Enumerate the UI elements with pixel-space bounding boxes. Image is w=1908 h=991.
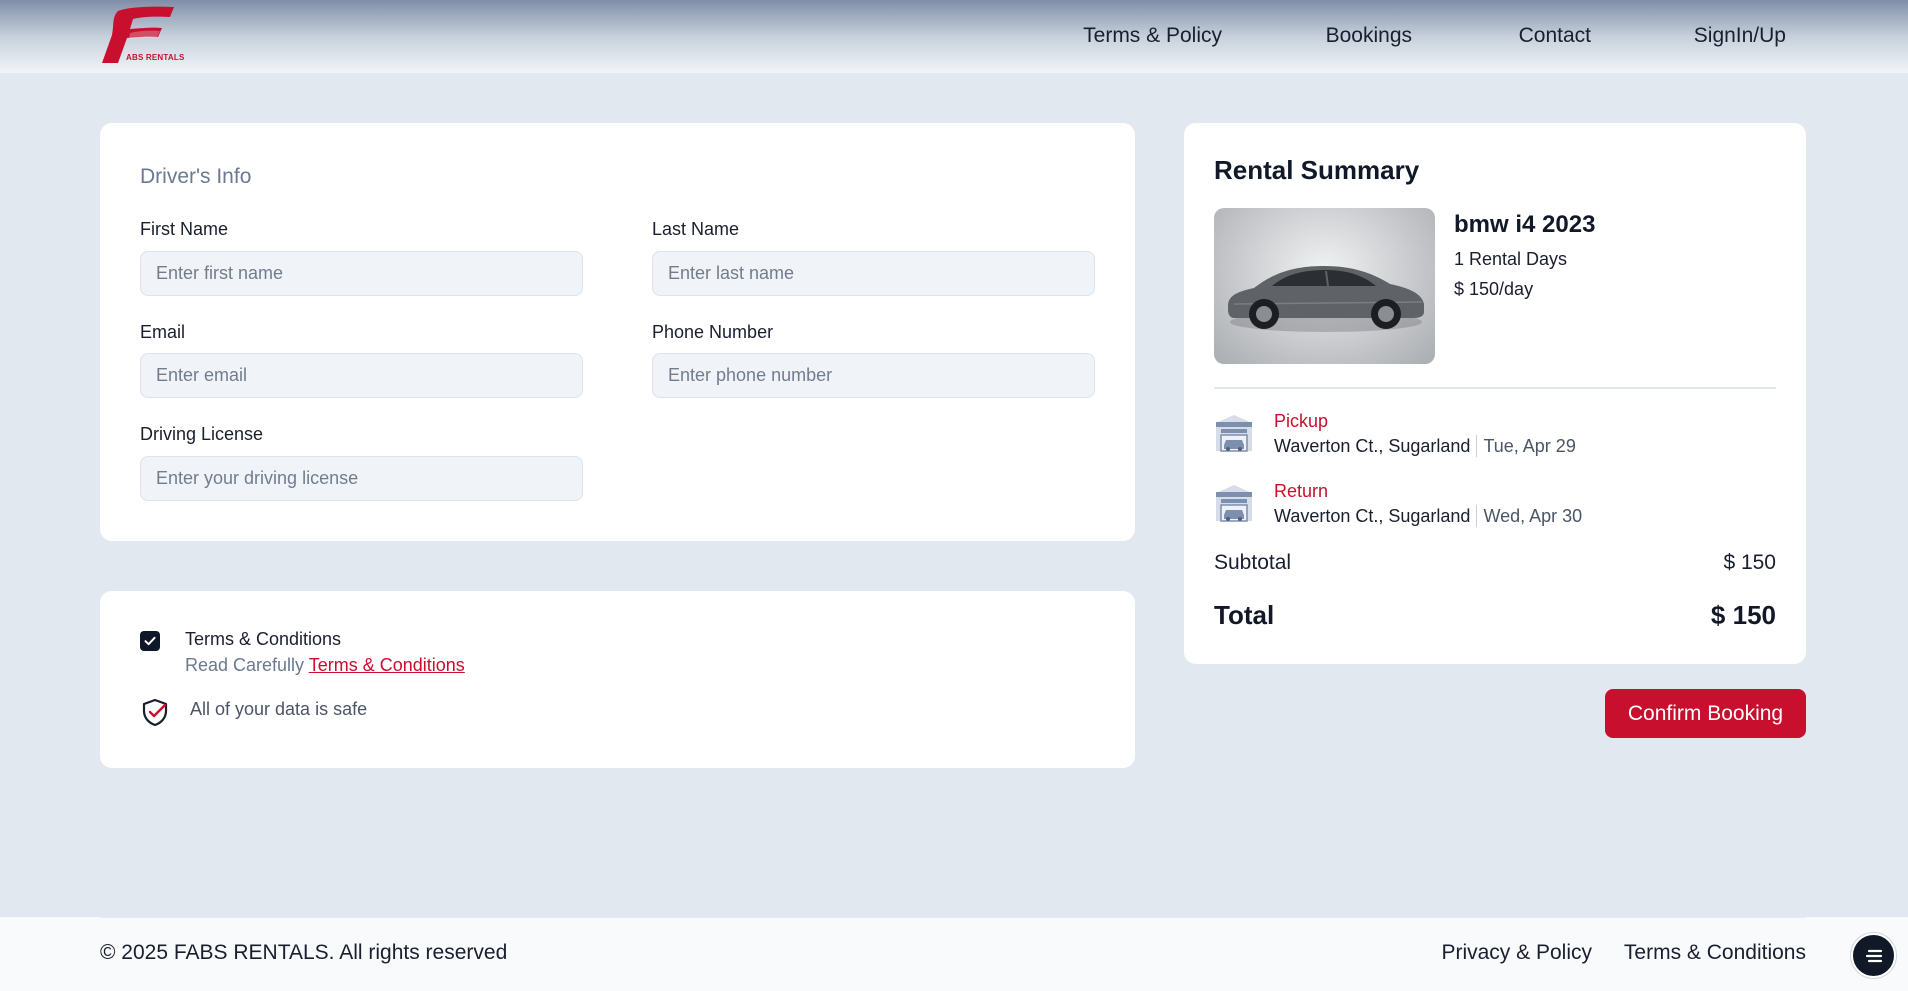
email-input[interactable] [140, 353, 583, 398]
pickup-date: Tue, Apr 29 [1483, 435, 1576, 456]
nav-signin-signup[interactable]: SignIn/Up [1694, 24, 1786, 48]
terms-subtitle: Read Carefully Terms & Conditions [185, 655, 465, 676]
phone-input[interactable] [652, 353, 1095, 398]
separator [1476, 435, 1478, 457]
nav-terms-policy[interactable]: Terms & Policy [1083, 24, 1222, 48]
shield-check-icon [142, 698, 168, 727]
pickup-place: Waverton Ct., Sugarland [1274, 435, 1471, 456]
data-safe-text: All of your data is safe [190, 699, 368, 719]
terms-read-prefix: Read Carefully [185, 655, 305, 675]
brand-logo[interactable]: ABS RENTALS [100, 5, 184, 67]
nav-bookings[interactable]: Bookings [1326, 24, 1412, 48]
footer-divider [100, 917, 1806, 918]
last-name-label: Last Name [652, 219, 740, 239]
drivers-info-card: Driver's Info First Name Last Name Email… [100, 123, 1135, 541]
total-label: Total [1214, 600, 1275, 630]
section-title: Driver's Info [140, 165, 252, 188]
return-label: Return [1274, 481, 1329, 501]
logo-text: ABS RENTALS [126, 53, 185, 62]
last-name-input[interactable] [652, 251, 1095, 296]
footer-privacy-policy-link[interactable]: Privacy & Policy [1441, 941, 1592, 965]
pickup-label: Pickup [1274, 411, 1329, 431]
car-image [1214, 208, 1435, 364]
car-photo-icon [1228, 266, 1424, 332]
summary-title: Rental Summary [1214, 155, 1420, 185]
checkmark-icon [144, 636, 156, 646]
garage-car-icon [1216, 415, 1252, 452]
garage-car-icon [1216, 485, 1252, 522]
floating-menu-button[interactable] [1851, 933, 1896, 978]
return-date: Wed, Apr 30 [1483, 505, 1583, 526]
menu-lines-icon [1865, 949, 1882, 962]
first-name-label: First Name [140, 219, 229, 239]
license-input[interactable] [140, 456, 583, 501]
subtotal-label: Subtotal [1214, 551, 1292, 574]
nav-contact[interactable]: Contact [1519, 24, 1591, 48]
pickup-details: Waverton Ct., Sugarland Tue, Apr 29 [1274, 435, 1576, 457]
rental-days: 1 Rental Days [1454, 249, 1568, 269]
footer-terms-conditions-link[interactable]: Terms & Conditions [1624, 941, 1806, 965]
rental-summary-card: Rental Summary bmw i4 2023 1 Rental Days… [1184, 123, 1806, 664]
terms-card: Terms & Conditions Read Carefully Terms … [100, 591, 1135, 768]
total-value: $ 150 [1710, 600, 1776, 630]
summary-divider [1214, 387, 1776, 389]
email-label: Email [140, 322, 186, 342]
phone-label: Phone Number [652, 322, 774, 342]
license-label: Driving License [140, 424, 264, 444]
separator [1476, 505, 1478, 527]
car-name: bmw i4 2023 [1454, 211, 1596, 238]
price-per-day: $ 150/day [1454, 279, 1534, 299]
return-place: Waverton Ct., Sugarland [1274, 505, 1471, 526]
return-details: Waverton Ct., Sugarland Wed, Apr 30 [1274, 505, 1582, 527]
subtotal-value: $ 150 [1723, 551, 1776, 574]
terms-conditions-link[interactable]: Terms & Conditions [309, 655, 465, 675]
page-footer: © 2025 FABS RENTALS. All rights reserved… [0, 917, 1908, 991]
top-header: ABS RENTALS Terms & Policy Bookings Cont… [0, 0, 1908, 73]
first-name-input[interactable] [140, 251, 583, 296]
terms-title: Terms & Conditions [185, 629, 342, 649]
terms-checkbox[interactable] [140, 631, 160, 651]
confirm-booking-button[interactable]: Confirm Booking [1605, 689, 1806, 738]
copyright-text: © 2025 FABS RENTALS. All rights reserved [100, 941, 508, 964]
